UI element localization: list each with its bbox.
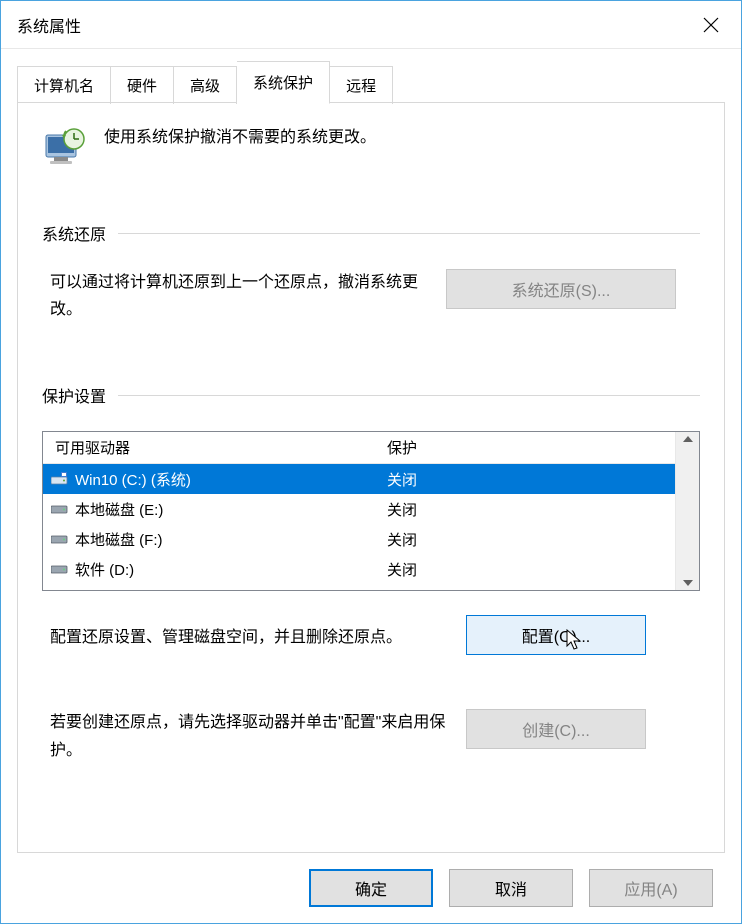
dialog-footer: 确定 取消 应用(A) <box>1 853 741 923</box>
tab-remote[interactable]: 远程 <box>330 66 393 104</box>
cancel-button[interactable]: 取消 <box>449 869 573 907</box>
apply-button[interactable]: 应用(A) <box>589 869 713 907</box>
drive-status: 关闭 <box>383 529 675 550</box>
column-header-drive[interactable]: 可用驱动器 <box>43 437 383 458</box>
drive-icon <box>51 532 69 546</box>
drive-cell: 本地磁盘 (F:) <box>43 529 383 550</box>
titlebar: 系统属性 <box>1 1 741 49</box>
ok-button[interactable]: 确定 <box>309 869 433 907</box>
column-header-protection[interactable]: 保护 <box>383 437 675 458</box>
scroll-down-icon[interactable] <box>683 580 693 586</box>
create-row: 若要创建还原点，请先选择驱动器并单击"配置"来启用保护。 创建(C)... <box>42 709 700 763</box>
drive-status: 关闭 <box>383 499 675 520</box>
protection-heading: 保护设置 <box>42 383 106 407</box>
drive-icon <box>51 562 69 576</box>
drive-row[interactable]: 本地磁盘 (E:) 关闭 <box>43 494 675 524</box>
tab-system-protection[interactable]: 系统保护 <box>237 61 330 104</box>
drive-icon <box>51 472 69 486</box>
restore-section-header: 系统还原 <box>42 221 700 245</box>
drive-row[interactable]: 软件 (D:) 关闭 <box>43 554 675 584</box>
drive-cell: Win10 (C:) (系统) <box>43 469 383 490</box>
tab-computer-name[interactable]: 计算机名 <box>17 66 111 104</box>
tab-hardware[interactable]: 硬件 <box>111 66 174 104</box>
drive-list-header: 可用驱动器 保护 <box>43 432 675 464</box>
protection-section-header: 保护设置 <box>42 383 700 407</box>
configure-button[interactable]: 配置(O)... <box>466 615 646 655</box>
system-protection-icon <box>42 125 86 169</box>
drive-list: 可用驱动器 保护 Win10 (C:) (系统) <box>42 431 700 591</box>
drive-name: 软件 (D:) <box>75 559 134 580</box>
configure-row: 配置还原设置、管理磁盘空间，并且删除还原点。 配置(O)... <box>42 615 700 655</box>
drive-row[interactable]: 本地磁盘 (F:) 关闭 <box>43 524 675 554</box>
create-description: 若要创建还原点，请先选择驱动器并单击"配置"来启用保护。 <box>50 709 450 763</box>
window-title: 系统属性 <box>17 13 685 37</box>
restore-row: 可以通过将计算机还原到上一个还原点，撤消系统更改。 系统还原(S)... <box>42 269 700 323</box>
configure-button-wrap: 配置(O)... <box>466 615 646 655</box>
system-protection-panel: 使用系统保护撤消不需要的系统更改。 系统还原 可以通过将计算机还原到上一个还原点… <box>17 103 725 853</box>
vertical-scrollbar[interactable] <box>675 432 699 590</box>
tab-strip: 计算机名 硬件 高级 系统保护 远程 <box>1 49 741 103</box>
create-button[interactable]: 创建(C)... <box>466 709 646 749</box>
drive-row[interactable]: Win10 (C:) (系统) 关闭 <box>43 464 675 494</box>
configure-description: 配置还原设置、管理磁盘空间，并且删除还原点。 <box>50 623 450 647</box>
intro-row: 使用系统保护撤消不需要的系统更改。 <box>42 121 700 169</box>
scroll-up-icon[interactable] <box>683 436 693 442</box>
drive-cell: 本地磁盘 (E:) <box>43 499 383 520</box>
restore-heading: 系统还原 <box>42 221 106 245</box>
drive-cell: 软件 (D:) <box>43 559 383 580</box>
drive-icon <box>51 502 69 516</box>
intro-text: 使用系统保护撤消不需要的系统更改。 <box>104 121 376 147</box>
restore-description: 可以通过将计算机还原到上一个还原点，撤消系统更改。 <box>50 269 430 323</box>
drive-name: Win10 (C:) (系统) <box>75 469 191 490</box>
system-properties-window: 系统属性 计算机名 硬件 高级 系统保护 远程 <box>0 0 742 924</box>
tab-strip-border <box>17 102 725 103</box>
tab-advanced[interactable]: 高级 <box>174 66 237 104</box>
drive-name: 本地磁盘 (E:) <box>75 499 163 520</box>
divider-line <box>118 233 700 234</box>
drive-status: 关闭 <box>383 469 675 490</box>
close-button[interactable] <box>685 1 737 49</box>
close-icon <box>703 17 719 33</box>
divider-line <box>118 395 700 396</box>
drive-status: 关闭 <box>383 559 675 580</box>
panel-outer: 使用系统保护撤消不需要的系统更改。 系统还原 可以通过将计算机还原到上一个还原点… <box>1 103 741 853</box>
system-restore-button[interactable]: 系统还原(S)... <box>446 269 676 309</box>
drive-name: 本地磁盘 (F:) <box>75 529 163 550</box>
drive-list-inner: 可用驱动器 保护 Win10 (C:) (系统) <box>43 432 675 590</box>
